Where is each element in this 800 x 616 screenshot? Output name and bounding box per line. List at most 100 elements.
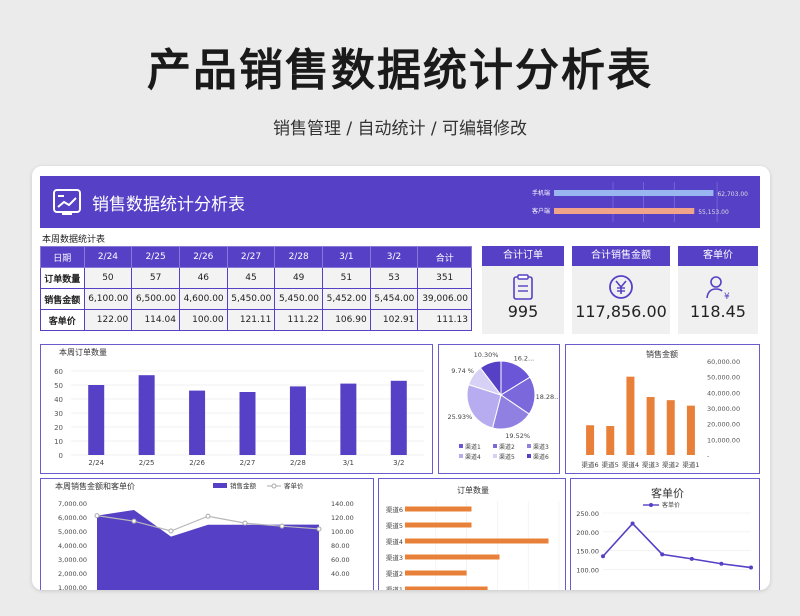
y-tick-label-right: 40.00 [331,570,350,578]
bar [666,400,675,455]
y-tick-label: 250.00 [576,510,599,518]
table-cell: 53 [369,267,419,289]
kpi-value: 995 [507,302,539,321]
table-cell: 46 [178,267,228,289]
legend-label: 销售金额 [230,481,257,490]
kpi-total-sales: 合计销售金额 117,856.00 [572,246,670,334]
table-header-cell: 2/28 [274,246,324,268]
y-tick-label: 0 [59,452,63,460]
y-tick-label: 渠道4 [386,537,403,546]
x-tick-label: 渠道6 [582,460,599,469]
row-label: 订单数量 [40,267,85,289]
y-tick-label-left: 7,000.00 [58,500,87,508]
user-yen-icon: ¥ [706,276,730,300]
x-tick-label: 2/28 [290,459,306,467]
report-icon [53,189,81,215]
table-header-cell: 3/2 [369,246,419,268]
legend-marker [271,483,277,489]
legend-label: 渠道4 [465,453,481,461]
bar [405,522,472,528]
clipboard-icon [513,274,533,300]
bar [138,375,155,455]
y-tick-label: 20 [54,424,63,432]
table-cell: 49 [274,267,324,289]
line-point [279,523,285,529]
bar [405,570,467,576]
table-header-cell: 日期 [40,246,85,268]
table-cell: 5,450.00 [226,288,276,310]
y-tick-label: - [707,452,710,460]
kpi-label: 合计订单 [482,246,564,266]
legend-swatch [527,444,531,448]
sales-amount-chart: - 10,000.00 20,000.00 30,000.00 40,000.00 50,… [582,358,741,469]
table-cell: 100.00 [178,309,228,331]
table-cell: 111.22 [274,309,324,331]
table-cell: 102.91 [369,309,419,331]
bar [405,554,500,560]
legend-label: 渠道2 [499,443,515,451]
line-point [242,520,248,526]
y-tick-label: 渠道1 [386,585,403,590]
table-cell: 5,452.00 [322,288,371,310]
table-header-cell: 2/25 [131,246,180,268]
y-tick-label: 30 [54,410,63,418]
line-point [660,552,665,557]
table-cell: 122.00 [83,309,133,331]
channel-mini-chart: 手机端 62,703.00 客户端 55,153.00 [532,182,748,222]
legend-marker [649,503,653,507]
y-tick-label: 200.00 [576,529,599,537]
y-tick-label: 渠道2 [386,569,403,578]
mini-bar [554,190,714,196]
pie-label: 19.52% [505,432,530,440]
table-header-cell: 2/24 [83,246,133,268]
y-tick-label-left: 6,000.00 [58,514,87,522]
channel-share-chart: 16.2... 18.28... 19.52% 25.93% 9.74 %10.30% 渠… [447,351,560,461]
table-cell: 106.90 [322,309,371,331]
x-tick-label: 3/1 [343,459,354,467]
legend-label: 渠道5 [499,453,515,461]
x-tick-label: 2/27 [240,459,256,467]
banner-title: 销售数据统计分析表 [92,195,245,215]
table-row: 销售金额 6,100.00 6,500.00 4,600.00 5,450.00… [40,288,472,310]
pie-label: 18.28... [536,393,560,401]
avg-price-chart: 客单价 100.00 150.00 200.00 250.00 [576,501,753,574]
legend-label: 客单价 [662,501,680,509]
table-header-cell: 合计 [417,246,472,268]
table-cell: 39,006.00 [417,288,472,310]
bar [405,586,488,590]
table-row: 订单数量 50 57 46 45 49 51 53 351 [40,267,472,289]
table-cell: 6,100.00 [83,288,133,310]
mini-bar-label: 手机端 [532,189,550,197]
legend-label: 渠道6 [533,453,549,461]
bar [686,405,695,455]
x-tick-label: 3/2 [393,459,404,467]
bar [405,538,549,544]
bar [88,385,105,455]
y-tick-label: 50,000.00 [707,374,740,382]
amount-price-panel: 本周销售金额和客单价 1,000.00 2,000.00 3,000.00 4,000… [40,478,374,590]
bar [289,386,306,455]
table-cell: 4,600.00 [178,288,228,310]
line-point [749,565,753,570]
bar [189,390,206,455]
y-tick-label: 40 [54,396,63,404]
y-tick-label-left: 2,000.00 [58,570,87,578]
line-point [719,561,724,566]
y-tick-label: 渠道5 [386,521,403,530]
y-tick-label: 50 [54,382,63,390]
x-tick-label: 2/25 [139,459,155,467]
line-point [601,554,605,559]
line-point [316,526,322,532]
y-tick-label: 60,000.00 [707,358,740,366]
y-tick-label: 20,000.00 [707,421,740,429]
y-tick-label: 150.00 [576,548,599,556]
y-tick-label: 100.00 [576,566,599,574]
legend-label: 渠道3 [533,443,549,451]
y-tick-label-right: 80.00 [331,542,350,550]
bar [606,426,615,455]
kpi-value: 117,856.00 [575,302,667,321]
x-tick-label: 渠道2 [662,460,679,469]
bar [626,376,635,455]
pie-label: 10.30% [474,351,499,359]
order-qty-panel: 订单数量 渠道6 渠道5 渠道4 渠道3 渠道2 渠道1 [378,478,566,590]
